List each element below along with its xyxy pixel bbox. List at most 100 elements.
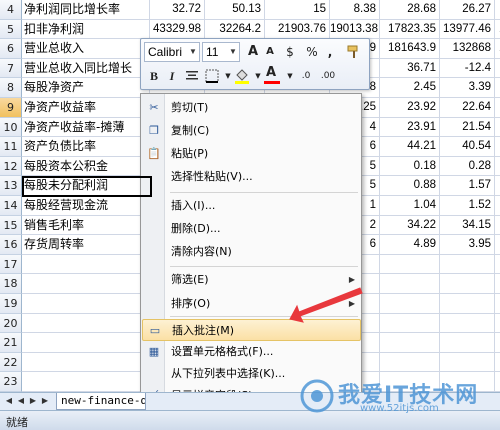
menu-item[interactable]: ❐ 复制(C) xyxy=(142,120,361,142)
row-header[interactable]: 10 xyxy=(0,117,22,138)
font-color-button[interactable]: A xyxy=(262,65,282,86)
value-cell[interactable]: 26.27 xyxy=(440,0,495,20)
value-cell[interactable]: 44.21 xyxy=(380,137,440,157)
value-cell[interactable] xyxy=(380,254,440,275)
value-cell[interactable]: 36.71 xyxy=(380,58,440,79)
metric-name-cell[interactable]: 每股未分配利润 xyxy=(22,176,150,196)
value-cell[interactable]: 17823.35 xyxy=(380,19,440,40)
format-painter-button[interactable] xyxy=(344,42,364,62)
menu-item[interactable]: 清除内容(N) xyxy=(142,241,361,263)
value-cell[interactable] xyxy=(495,372,500,392)
value-cell[interactable] xyxy=(495,255,500,275)
value-cell[interactable] xyxy=(495,59,500,79)
row-header[interactable]: 11 xyxy=(0,137,22,157)
menu-item[interactable]: ▦ 设置单元格格式(F)... xyxy=(142,341,361,363)
metric-name-cell[interactable]: 扣非净利润 xyxy=(22,19,150,40)
value-cell[interactable] xyxy=(495,235,500,255)
value-cell[interactable]: 15 xyxy=(265,0,330,20)
value-cell[interactable] xyxy=(495,314,500,334)
metric-name-cell[interactable]: 每股资本公积金 xyxy=(22,156,150,177)
row-header[interactable]: 5 xyxy=(0,19,22,40)
metric-name-cell[interactable]: 营业总收入同比增长 xyxy=(22,58,150,79)
font-name-box[interactable]: Calibri ▼ xyxy=(144,42,200,62)
italic-button[interactable]: I xyxy=(162,66,182,86)
row-header[interactable]: 21 xyxy=(0,333,22,353)
row-header[interactable]: 12 xyxy=(0,156,22,177)
value-cell[interactable]: 34.22 xyxy=(380,215,440,236)
value-cell[interactable]: -12.4 xyxy=(440,58,495,79)
row-header[interactable]: 23 xyxy=(0,372,22,392)
value-cell[interactable]: 181643.9 xyxy=(380,39,440,59)
value-cell[interactable]: 11 xyxy=(495,39,500,59)
row-header[interactable]: 15 xyxy=(0,215,22,236)
row-header[interactable]: 16 xyxy=(0,235,22,255)
row-header[interactable]: 8 xyxy=(0,78,22,98)
menu-item[interactable]: 删除(D)... xyxy=(142,218,361,240)
value-cell[interactable] xyxy=(380,372,440,392)
metric-name-cell[interactable]: 资产负债比率 xyxy=(22,137,150,157)
value-cell[interactable]: 23.91 xyxy=(380,117,440,138)
value-cell[interactable]: 3.95 xyxy=(440,235,495,255)
metric-name-cell[interactable]: 净资产收益率-摊薄 xyxy=(22,117,150,138)
metric-name-cell[interactable]: 存货周转率 xyxy=(22,235,150,255)
row-header[interactable]: 6 xyxy=(0,39,22,59)
value-cell[interactable] xyxy=(440,254,495,275)
value-cell[interactable]: 32264.2 xyxy=(205,19,265,40)
value-cell[interactable]: 28.68 xyxy=(380,0,440,20)
value-cell[interactable]: 43329.98 xyxy=(150,19,205,40)
value-cell[interactable]: 0.18 xyxy=(380,156,440,177)
value-cell[interactable] xyxy=(495,98,500,118)
value-cell[interactable] xyxy=(495,333,500,353)
metric-name-cell[interactable]: 每股经营现金流 xyxy=(22,196,150,216)
value-cell[interactable]: 1.52 xyxy=(440,196,495,216)
metric-name-cell[interactable]: 营业总收入 xyxy=(22,39,150,59)
value-cell[interactable]: 34.15 xyxy=(440,215,495,236)
percent-style-button[interactable]: % xyxy=(302,42,322,62)
row-header[interactable]: 18 xyxy=(0,274,22,294)
prev-sheet-icon[interactable]: ◀ xyxy=(16,396,26,405)
row-header[interactable]: 17 xyxy=(0,254,22,275)
value-cell[interactable] xyxy=(440,274,495,294)
row-header[interactable]: 14 xyxy=(0,196,22,216)
value-cell[interactable]: 3.39 xyxy=(440,78,495,98)
value-cell[interactable] xyxy=(380,294,440,314)
value-cell[interactable]: 13977.46 xyxy=(440,19,495,40)
font-size-box[interactable]: 11 ▼ xyxy=(202,42,240,62)
menu-item[interactable]: 排序(O) ▶ xyxy=(142,293,361,315)
value-cell[interactable]: 2.45 xyxy=(380,78,440,98)
row-header[interactable]: 19 xyxy=(0,294,22,314)
decrease-decimal-button[interactable]: .00 xyxy=(318,66,338,86)
value-cell[interactable] xyxy=(440,294,495,314)
value-cell[interactable] xyxy=(440,313,495,334)
next-sheet-icon[interactable]: ▶ xyxy=(28,396,38,405)
value-cell[interactable] xyxy=(495,157,500,177)
row-header[interactable]: 4 xyxy=(0,0,22,20)
menu-item[interactable]: 📋 粘贴(P) xyxy=(142,143,361,165)
value-cell[interactable] xyxy=(495,0,500,20)
last-sheet-icon[interactable]: ▶ xyxy=(40,396,50,405)
value-cell[interactable]: 50.13 xyxy=(205,0,265,20)
metric-name-cell[interactable]: 每股净资产 xyxy=(22,78,150,98)
value-cell[interactable] xyxy=(495,137,500,157)
row-header[interactable]: 22 xyxy=(0,352,22,373)
metric-name-cell[interactable] xyxy=(22,274,150,294)
metric-name-cell[interactable] xyxy=(22,313,150,334)
menu-item[interactable]: 选择性粘贴(V)... xyxy=(142,166,361,188)
comma-style-button[interactable]: , xyxy=(320,42,340,62)
value-cell[interactable]: 4.89 xyxy=(380,235,440,255)
value-cell[interactable] xyxy=(440,333,495,353)
value-cell[interactable]: 0.88 xyxy=(380,176,440,196)
first-sheet-icon[interactable]: ◀ xyxy=(4,396,14,405)
value-cell[interactable] xyxy=(440,372,495,392)
value-cell[interactable] xyxy=(495,294,500,314)
value-cell[interactable]: 21.54 xyxy=(440,117,495,138)
value-cell[interactable] xyxy=(380,313,440,334)
value-cell[interactable]: 132868 xyxy=(440,39,495,59)
value-cell[interactable]: 32.72 xyxy=(150,0,205,20)
menu-item[interactable]: ✂ 剪切(T) xyxy=(142,97,361,119)
metric-name-cell[interactable] xyxy=(22,372,150,392)
value-cell[interactable] xyxy=(495,78,500,98)
metric-name-cell[interactable]: 销售毛利率 xyxy=(22,215,150,236)
value-cell[interactable] xyxy=(495,216,500,236)
increase-decimal-button[interactable]: .0 xyxy=(296,66,316,86)
